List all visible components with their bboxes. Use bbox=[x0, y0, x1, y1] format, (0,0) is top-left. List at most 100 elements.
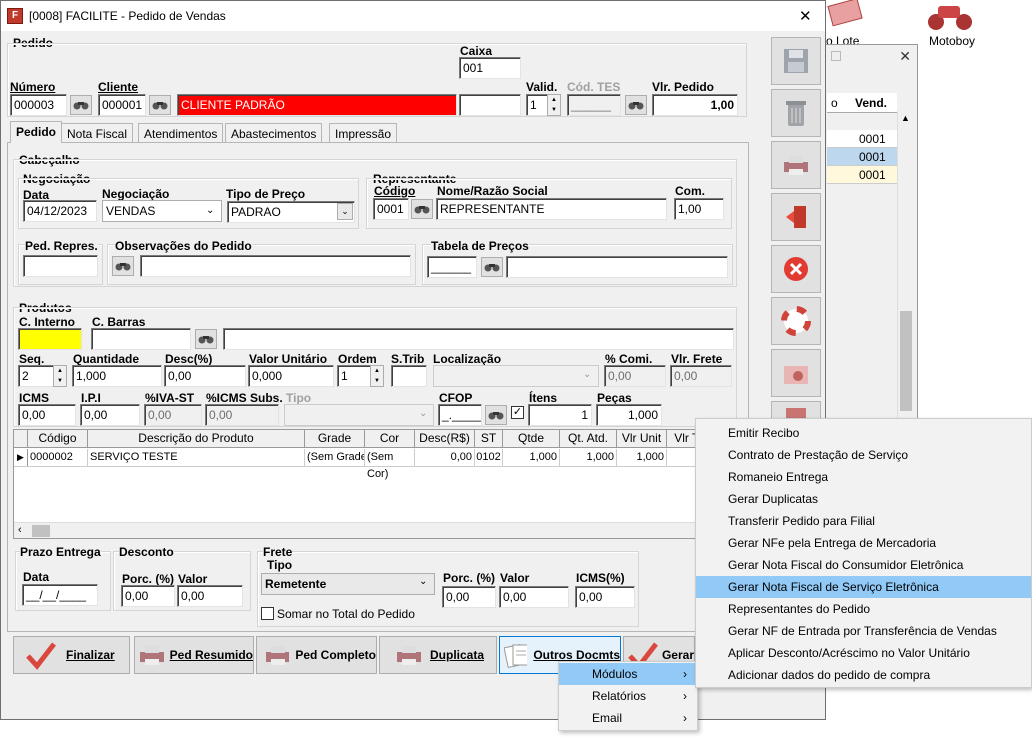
numero-field[interactable]: 000003 bbox=[10, 94, 67, 116]
menu-item-romaneio[interactable]: Romaneio Entrega bbox=[696, 466, 1031, 488]
ped-completo-button[interactable]: Ped Completo bbox=[256, 636, 377, 674]
valor-unitario-field[interactable]: 0,000 bbox=[248, 365, 334, 387]
tipo-preco-select[interactable]: PADRAO bbox=[227, 201, 355, 223]
produto-search-button[interactable] bbox=[195, 329, 217, 349]
obs-field[interactable] bbox=[140, 255, 411, 277]
frete-valor-field[interactable]: 0,00 bbox=[499, 586, 569, 608]
cliente-name-field[interactable]: CLIENTE PADRÃO bbox=[177, 94, 457, 116]
tipo-select[interactable] bbox=[284, 404, 434, 426]
grid-header-descricao[interactable]: Descrição do Produto bbox=[88, 430, 305, 447]
valid-field[interactable]: 1 bbox=[526, 94, 548, 116]
duplicata-button[interactable]: Duplicata bbox=[379, 636, 497, 674]
close-icon[interactable]: ✕ bbox=[799, 7, 812, 25]
menu-item-representantes[interactable]: Representantes do Pedido bbox=[696, 598, 1031, 620]
cfop-checkbox[interactable]: ✓ bbox=[511, 406, 524, 419]
menu-item-gerar-duplicatas[interactable]: Gerar Duplicatas bbox=[696, 488, 1031, 510]
cancel-button[interactable] bbox=[771, 245, 821, 293]
tab-atendimentos[interactable]: Atendimentos bbox=[138, 123, 224, 143]
extra-button[interactable] bbox=[771, 401, 821, 419]
menu-item-gerar-nfse[interactable]: Gerar Nota Fiscal de Serviço Eletrônica bbox=[696, 576, 1031, 598]
cod-tes-field[interactable]: ______ bbox=[567, 94, 621, 116]
seq-field[interactable]: 2 bbox=[18, 365, 54, 387]
cfop-search-button[interactable] bbox=[485, 405, 507, 425]
caixa-field[interactable]: 001 bbox=[459, 57, 521, 79]
ped-resumido-button[interactable]: Ped Resumido bbox=[134, 636, 254, 674]
bg-row[interactable]: 0001 bbox=[827, 130, 897, 148]
codigo-field[interactable]: 0001 bbox=[373, 198, 409, 220]
save-button[interactable] bbox=[771, 37, 821, 85]
tab-pedido[interactable]: Pedido bbox=[10, 121, 63, 143]
frete-tipo-select[interactable]: Remetente bbox=[261, 573, 435, 595]
grid-header-vlr-unit[interactable]: Vlr Unit bbox=[617, 430, 667, 447]
menu-item-relatorios[interactable]: Relatórios › bbox=[559, 685, 697, 707]
settings-button[interactable] bbox=[771, 349, 821, 397]
grid-hscrollbar[interactable]: ‹ bbox=[14, 522, 698, 538]
tab-impressao[interactable]: Impressão bbox=[329, 123, 398, 143]
bg-row[interactable]: 0001 bbox=[827, 166, 897, 184]
grid-header-grade[interactable]: Grade bbox=[305, 430, 365, 447]
icms-field[interactable]: 0,00 bbox=[18, 404, 76, 426]
grid-header-codigo[interactable]: Código bbox=[28, 430, 88, 447]
bg-row[interactable]: 0001 bbox=[827, 148, 897, 166]
bg-close-icon[interactable]: ✕ bbox=[899, 48, 911, 65]
help-button[interactable] bbox=[771, 297, 821, 345]
prazo-data-field[interactable]: __/__/____ bbox=[22, 584, 98, 606]
menu-item-transferir-pedido[interactable]: Transferir Pedido para Filial bbox=[696, 510, 1031, 532]
exit-button[interactable] bbox=[771, 193, 821, 241]
icms-subs-field[interactable]: 0,00 bbox=[205, 404, 279, 426]
menu-item-email[interactable]: Email › bbox=[559, 707, 697, 729]
vlr-frete-field[interactable]: 0,00 bbox=[670, 365, 732, 387]
data-field[interactable]: 04/12/2023 bbox=[23, 200, 97, 222]
desktop-icon-lote[interactable] bbox=[826, 0, 866, 30]
menu-item-gerar-nfce[interactable]: Gerar Nota Fiscal do Consumidor Eletrôni… bbox=[696, 554, 1031, 576]
negociacao-select[interactable]: VENDAS bbox=[102, 200, 222, 222]
c-barras-field[interactable] bbox=[91, 328, 191, 350]
menu-item-modulos[interactable]: Módulos › bbox=[559, 663, 697, 685]
grid-header-st[interactable]: ST bbox=[475, 430, 503, 447]
bg-scrollbar[interactable]: ▲ bbox=[897, 111, 913, 421]
cliente-code-field[interactable]: 000001 bbox=[98, 94, 146, 116]
iva-st-field[interactable]: 0,00 bbox=[144, 404, 202, 426]
trash-button[interactable] bbox=[771, 89, 821, 137]
com-field[interactable]: 1,00 bbox=[674, 198, 724, 220]
c-interno-field[interactable] bbox=[18, 328, 82, 350]
print-button[interactable] bbox=[771, 141, 821, 189]
menu-item-emitir-recibo[interactable]: Emitir Recibo bbox=[696, 422, 1031, 444]
cfop-field[interactable]: _._____ bbox=[438, 404, 482, 426]
strib-field[interactable] bbox=[391, 365, 427, 387]
numero-search-button[interactable] bbox=[70, 95, 92, 115]
localizacao-select[interactable] bbox=[433, 365, 599, 387]
items-grid[interactable]: Código Descrição do Produto Grade Cor De… bbox=[13, 429, 699, 539]
cliente-search-button[interactable] bbox=[149, 95, 171, 115]
frete-porc-field[interactable]: 0,00 bbox=[442, 586, 496, 608]
grid-header-desc[interactable]: Desc(R$) bbox=[415, 430, 475, 447]
cliente-extra-field[interactable] bbox=[459, 94, 521, 116]
quantidade-field[interactable]: 1,000 bbox=[72, 365, 162, 387]
menu-item-nf-entrada[interactable]: Gerar NF de Entrada por Transferência de… bbox=[696, 620, 1031, 642]
scroll-left-icon[interactable]: ‹ bbox=[18, 524, 22, 536]
tab-nota-fiscal[interactable]: Nota Fiscal bbox=[61, 123, 134, 143]
ordem-field[interactable]: 1 bbox=[337, 365, 371, 387]
desconto-valor-field[interactable]: 0,00 bbox=[177, 585, 243, 607]
table-row[interactable]: ▶ 0000002 SERVIÇO TESTE (Sem Grade (Sem … bbox=[14, 449, 698, 480]
grid-header-qt-atd[interactable]: Qt. Atd. bbox=[560, 430, 617, 447]
desc-field[interactable]: 0,00 bbox=[164, 365, 246, 387]
somar-checkbox[interactable] bbox=[261, 607, 274, 620]
desconto-porc-field[interactable]: 0,00 bbox=[121, 585, 175, 607]
grid-header-qtde[interactable]: Qtde bbox=[503, 430, 560, 447]
finalizar-button[interactable]: Finalizar bbox=[13, 636, 130, 674]
motoboy-icon[interactable] bbox=[924, 0, 976, 32]
menu-item-aplicar-desconto[interactable]: Aplicar Desconto/Acréscimo no Valor Unit… bbox=[696, 642, 1031, 664]
valid-spinner[interactable]: ▲ ▼ bbox=[547, 94, 561, 116]
obs-search-button[interactable] bbox=[112, 256, 134, 276]
tab-abastecimentos[interactable]: Abastecimentos bbox=[225, 123, 323, 143]
cod-tes-search-button[interactable] bbox=[625, 95, 647, 115]
comi-field[interactable]: 0,00 bbox=[604, 365, 666, 387]
tabela-precos-field[interactable]: ______ bbox=[427, 256, 477, 278]
seq-spinner[interactable]: ▲ ▼ bbox=[53, 365, 67, 387]
ordem-spinner[interactable]: ▲ ▼ bbox=[370, 365, 384, 387]
frete-icms-field[interactable]: 0,00 bbox=[575, 586, 635, 608]
ped-repres-field[interactable] bbox=[23, 255, 98, 277]
tabela-precos-search-button[interactable] bbox=[481, 257, 503, 277]
representante-search-button[interactable] bbox=[411, 199, 433, 219]
